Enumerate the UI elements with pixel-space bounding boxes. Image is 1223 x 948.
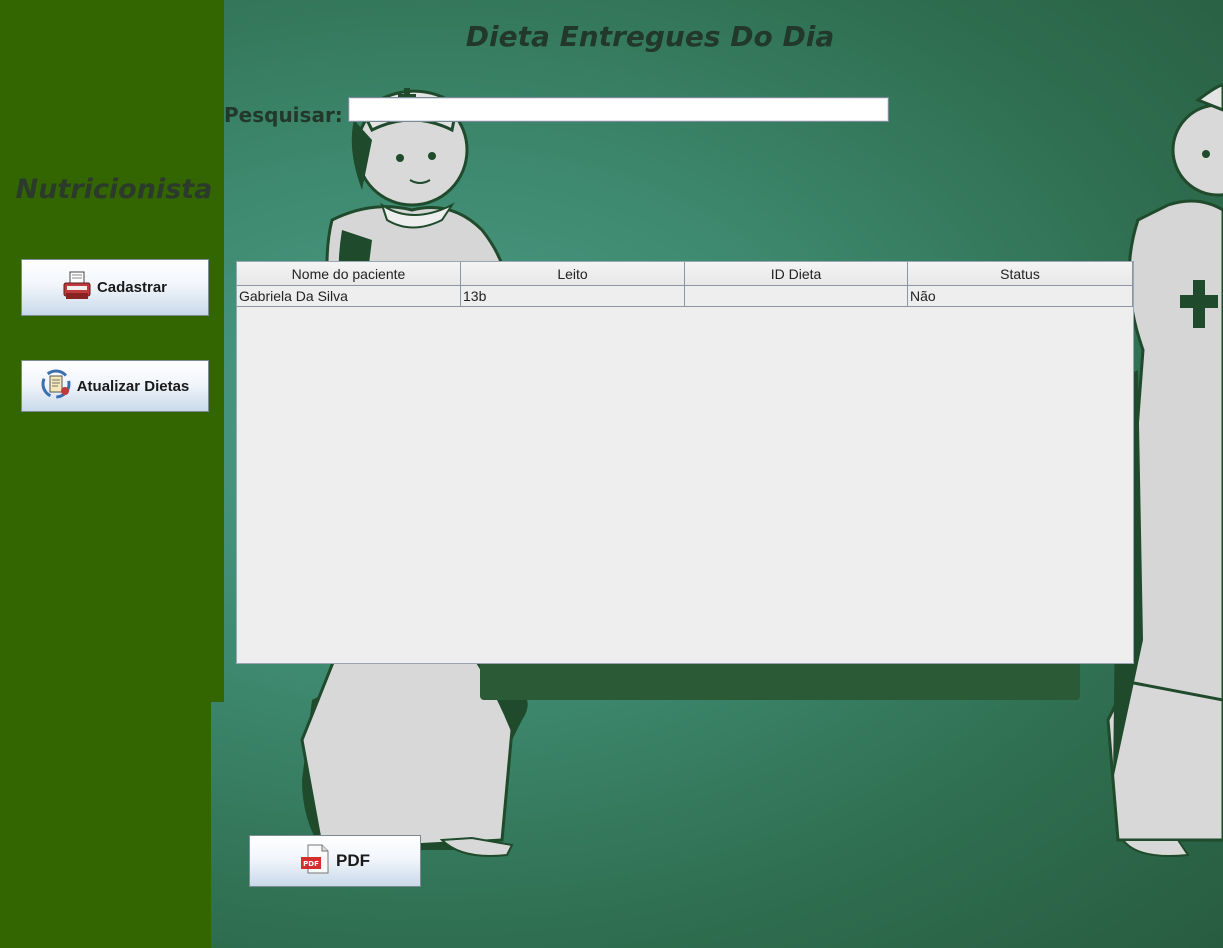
register-printer-icon	[63, 271, 91, 305]
table-row[interactable]: Gabriela Da Silva 13b Não	[237, 286, 1133, 307]
cell-leito[interactable]: 13b	[461, 286, 685, 307]
search-input[interactable]	[348, 97, 889, 122]
diet-table: Nome do paciente Leito ID Dieta Status G…	[236, 261, 1134, 664]
update-document-icon	[41, 369, 71, 403]
sidebar-lower	[0, 700, 211, 948]
role-title: Nutricionista	[15, 174, 213, 205]
column-header-status[interactable]: Status	[908, 262, 1133, 286]
cell-nome[interactable]: Gabriela Da Silva	[237, 286, 461, 307]
cell-status[interactable]: Não	[908, 286, 1133, 307]
search-label: Pesquisar:	[224, 103, 343, 127]
column-header-nome[interactable]: Nome do paciente	[237, 262, 461, 286]
cell-id-dieta[interactable]	[685, 286, 908, 307]
pdf-label: PDF	[336, 851, 370, 870]
atualizar-dietas-button[interactable]: Atualizar Dietas	[21, 360, 209, 412]
pdf-button[interactable]: PDF PDF	[249, 835, 421, 887]
cadastrar-label: Cadastrar	[96, 279, 168, 296]
atualizar-dietas-label: Atualizar Dietas	[76, 377, 190, 395]
column-header-id-dieta[interactable]: ID Dieta	[685, 262, 908, 286]
table-header: Nome do paciente Leito ID Dieta Status	[237, 262, 1133, 286]
cadastrar-button[interactable]: Cadastrar	[21, 259, 209, 316]
pdf-file-icon: PDF	[300, 844, 330, 879]
svg-text:PDF: PDF	[303, 860, 319, 868]
sidebar	[0, 0, 224, 702]
column-header-leito[interactable]: Leito	[461, 262, 685, 286]
page-title: Dieta Entregues Do Dia	[465, 20, 835, 53]
